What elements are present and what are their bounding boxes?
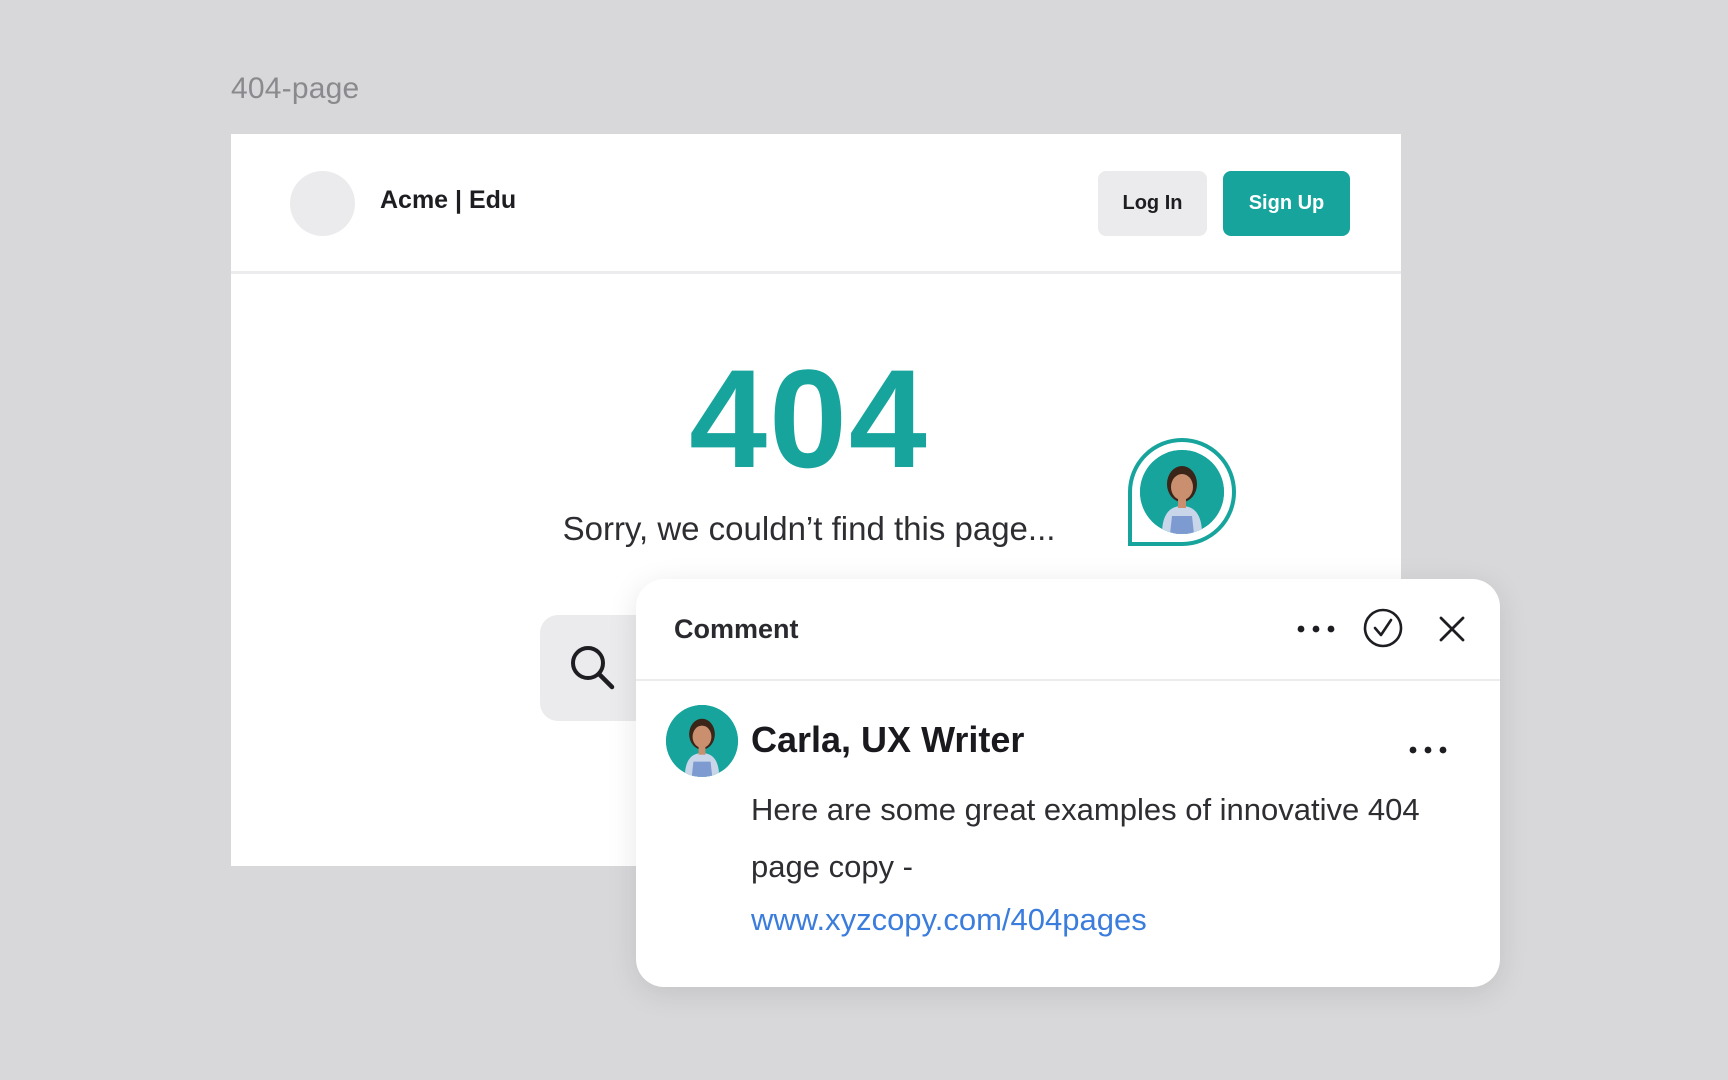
frame-label: 404-page [231,72,360,105]
resolve-check-icon [1363,608,1403,648]
comment-panel-title: Comment [674,614,799,644]
avatar [1140,450,1224,534]
comment-pin[interactable] [1128,438,1236,546]
login-button[interactable]: Log In [1098,171,1207,236]
comment-text: Here are some great examples of innovati… [751,792,1420,884]
comment-panel-header: Comment [636,579,1500,681]
close-button[interactable] [1432,609,1472,649]
navbar: Acme | Edu Log In Sign Up [231,134,1401,274]
signup-button[interactable]: Sign Up [1223,171,1350,236]
logo-placeholder[interactable] [290,171,355,236]
comment-author: Carla, UX Writer [751,719,1025,760]
comment-more-button[interactable] [1406,735,1450,765]
brand-name[interactable]: Acme | Edu [380,186,516,215]
close-icon [1439,616,1465,642]
comment-panel: Comment Carla, UX Writer Here are some g… [636,579,1500,987]
search-icon [571,646,615,690]
more-options-button[interactable] [1294,611,1338,647]
more-icon [1409,746,1447,754]
resolve-button[interactable] [1362,607,1404,649]
more-icon [1297,625,1335,633]
author-avatar[interactable] [666,705,738,777]
comment-link[interactable]: www.xyzcopy.com/404pages [751,891,1147,948]
